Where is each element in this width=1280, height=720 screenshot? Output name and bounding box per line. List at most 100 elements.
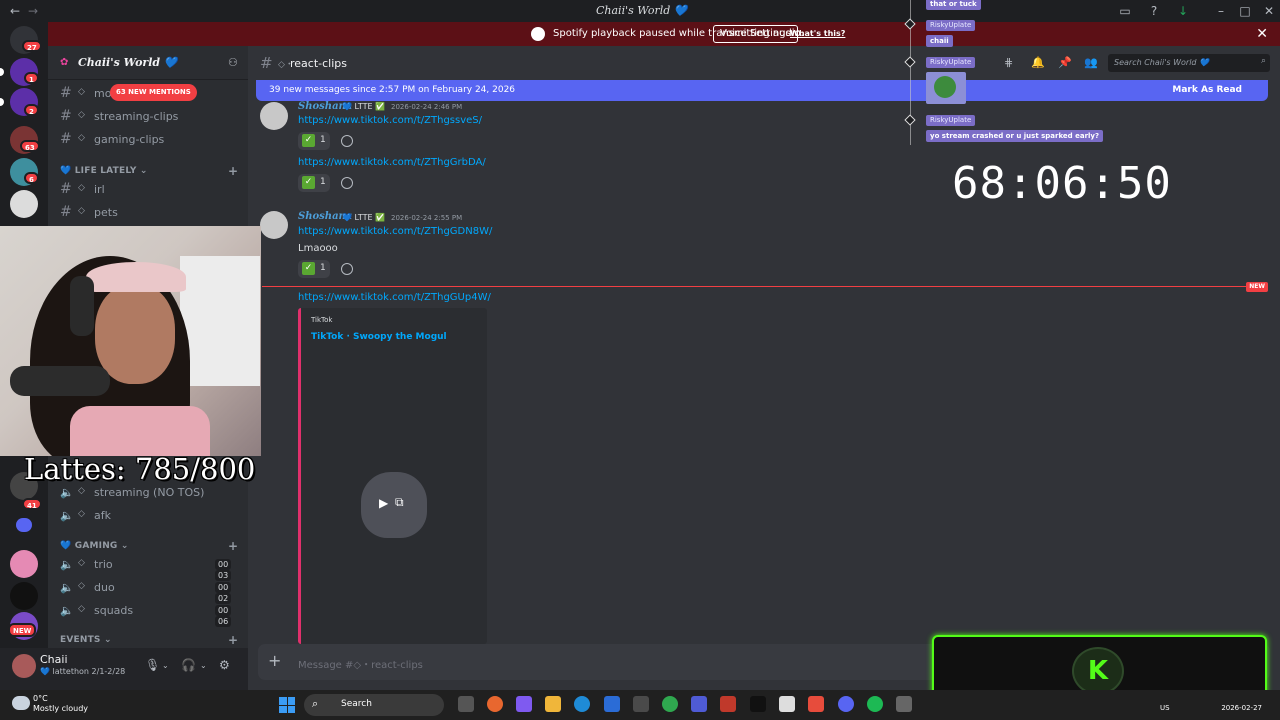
reaction[interactable]: ✓ 1 bbox=[298, 260, 330, 278]
speaker-icon: 🔈 bbox=[60, 486, 74, 499]
microphone-icon[interactable]: 🎙 bbox=[145, 658, 160, 672]
server-icon[interactable] bbox=[10, 550, 38, 578]
add-channel-icon[interactable]: + bbox=[228, 633, 238, 647]
diamond-icon: ◇ bbox=[78, 581, 85, 591]
app-icon[interactable] bbox=[604, 696, 620, 712]
server-icon[interactable] bbox=[10, 582, 38, 610]
edge-icon[interactable] bbox=[574, 696, 590, 712]
mark-as-read-button[interactable]: Mark As Read bbox=[1172, 85, 1242, 95]
new-badge: NEW bbox=[8, 623, 37, 637]
diamond-icon: ◇ bbox=[78, 509, 85, 519]
app-icon[interactable] bbox=[779, 696, 795, 712]
file-explorer-icon[interactable] bbox=[545, 696, 561, 712]
settings-gear-icon[interactable]: ⚙ bbox=[219, 658, 230, 672]
cloud-icon[interactable] bbox=[12, 696, 30, 710]
voice-channel-item[interactable]: 🔈 ◇ duo 0002 bbox=[56, 578, 240, 604]
spotify-icon[interactable] bbox=[867, 696, 883, 712]
headphones-icon[interactable]: 🎧 bbox=[181, 658, 196, 672]
channel-name: react-clips bbox=[290, 57, 347, 70]
message-link[interactable]: https://www.tiktok.com/t/ZThgGrbDA/ bbox=[298, 157, 486, 168]
taskbar-search[interactable]: ⌕ Search bbox=[304, 694, 444, 716]
video-placeholder-icon[interactable]: ▶ ⧉ bbox=[361, 472, 427, 538]
window-title: Chaii's World 💙 bbox=[596, 4, 688, 17]
search-input[interactable]: Search Chaii's World 💙 ⌕ bbox=[1108, 54, 1270, 72]
add-attachment-icon[interactable]: + bbox=[268, 651, 281, 670]
overlay-message: yo stream crashed or u just sparked earl… bbox=[926, 130, 1104, 142]
server-badge: 41 bbox=[22, 498, 42, 510]
copilot-icon[interactable] bbox=[516, 696, 532, 712]
member-list-icon[interactable]: 👥 bbox=[1084, 56, 1098, 69]
lattes-counter: Lattes: 785/800 bbox=[24, 452, 256, 486]
server-icon[interactable] bbox=[10, 190, 38, 218]
channel-item[interactable]: # ◇ pets bbox=[56, 203, 240, 223]
calculator-icon[interactable] bbox=[896, 696, 912, 712]
avatar[interactable] bbox=[12, 654, 36, 678]
message-link[interactable]: https://www.tiktok.com/t/ZThgGUp4W/ bbox=[298, 292, 491, 303]
message-link[interactable]: https://www.tiktok.com/t/ZThgssveS/ bbox=[298, 115, 482, 126]
channel-item[interactable]: # ◇ gaming-clips bbox=[56, 130, 240, 150]
back-arrow-icon[interactable]: ← bbox=[8, 4, 22, 18]
maximize-icon[interactable]: □ bbox=[1238, 4, 1252, 18]
clock-date[interactable]: 2026-02-27 bbox=[1221, 704, 1262, 712]
play-icon[interactable]: ▶ bbox=[379, 496, 388, 510]
diamond-icon: ◇ bbox=[78, 486, 85, 496]
tiktok-icon[interactable] bbox=[750, 696, 766, 712]
chevron-down-icon[interactable]: ⌄ bbox=[162, 661, 169, 670]
channel-item[interactable]: # ◇ streaming-clips bbox=[56, 107, 240, 127]
teams-icon[interactable] bbox=[691, 696, 707, 712]
task-view-icon[interactable] bbox=[458, 696, 474, 712]
channel-item[interactable]: # ◇ irl bbox=[56, 180, 240, 200]
add-reaction-icon[interactable] bbox=[341, 177, 353, 189]
notification-bell-icon[interactable]: 🔔 bbox=[1031, 56, 1045, 69]
language-indicator[interactable]: US bbox=[1160, 704, 1170, 712]
diamond-icon: ◇ bbox=[78, 604, 85, 614]
help-icon[interactable]: ? bbox=[1147, 4, 1161, 18]
message-timestamp: 2026-02-24 2:55 PM bbox=[391, 214, 463, 222]
add-member-icon[interactable]: ⚇ bbox=[228, 56, 238, 69]
download-icon[interactable]: ↓ bbox=[1176, 4, 1190, 18]
close-window-icon[interactable]: ✕ bbox=[1262, 4, 1276, 18]
folder-icon[interactable] bbox=[16, 518, 32, 532]
message-link[interactable]: https://www.tiktok.com/t/ZThgGDN8W/ bbox=[298, 226, 492, 237]
speaker-icon: 🔈 bbox=[60, 604, 74, 617]
close-banner-icon[interactable]: ✕ bbox=[1256, 26, 1268, 42]
voice-channel-item[interactable]: 🔈 ◇ squads 0006 bbox=[56, 601, 240, 627]
voice-settings-button[interactable]: Voice Settings bbox=[713, 25, 798, 43]
reaction[interactable]: ✓ 1 bbox=[298, 132, 330, 150]
add-channel-icon[interactable]: + bbox=[228, 164, 238, 178]
voice-channel-item[interactable]: 🔈 ◇ streaming (NO TOS) bbox=[56, 483, 240, 503]
chrome-icon[interactable] bbox=[662, 696, 678, 712]
voice-channel-item[interactable]: 🔈 ◇ afk bbox=[56, 506, 240, 526]
discord-icon[interactable] bbox=[838, 696, 854, 712]
add-channel-icon[interactable]: + bbox=[228, 539, 238, 553]
pin-icon[interactable]: 📌 bbox=[1058, 56, 1072, 69]
new-messages-bar[interactable]: 39 new messages since 2:57 PM on Februar… bbox=[256, 80, 1268, 101]
firefox-icon[interactable] bbox=[487, 696, 503, 712]
windows-start-icon[interactable] bbox=[279, 697, 295, 713]
check-icon: ✓ bbox=[302, 176, 315, 189]
inbox-icon[interactable]: ▭ bbox=[1118, 4, 1132, 18]
whats-this-link[interactable]: What's this? bbox=[790, 29, 845, 38]
add-reaction-icon[interactable] bbox=[341, 263, 353, 275]
minimize-icon[interactable]: – bbox=[1214, 4, 1228, 18]
voice-channel-item[interactable]: 🔈 ◇ trio 0003 bbox=[56, 555, 240, 581]
threads-icon[interactable]: ⋕ bbox=[1004, 56, 1013, 69]
chevron-down-icon[interactable]: ⌄ bbox=[200, 661, 207, 670]
category-gaming[interactable]: 💙 GAMING ⌄ + bbox=[60, 539, 238, 553]
avatar[interactable] bbox=[260, 211, 288, 239]
category-events[interactable]: EVENTS ⌄ + bbox=[60, 633, 238, 647]
new-mentions-badge[interactable]: 63 NEW MENTIONS bbox=[110, 84, 197, 101]
app-icon[interactable] bbox=[808, 696, 824, 712]
add-reaction-icon[interactable] bbox=[341, 135, 353, 147]
server-header[interactable]: ✿ Chaii's World 💙 ⚇ bbox=[48, 46, 248, 80]
app-icon[interactable] bbox=[720, 696, 736, 712]
open-external-icon[interactable]: ⧉ bbox=[395, 495, 404, 510]
category-life-lately[interactable]: 💙 LIFE LATELY ⌄ + bbox=[60, 164, 238, 178]
server-flower-icon: ✿ bbox=[60, 57, 69, 68]
composer-placeholder[interactable]: Message #◇・react-clips bbox=[298, 656, 423, 671]
avatar[interactable] bbox=[260, 102, 288, 130]
reaction[interactable]: ✓ 1 bbox=[298, 174, 330, 192]
store-icon[interactable] bbox=[633, 696, 649, 712]
embed-title[interactable]: TikTok · Swoopy the Mogul bbox=[311, 332, 447, 342]
forward-arrow-icon[interactable]: → bbox=[26, 4, 40, 18]
